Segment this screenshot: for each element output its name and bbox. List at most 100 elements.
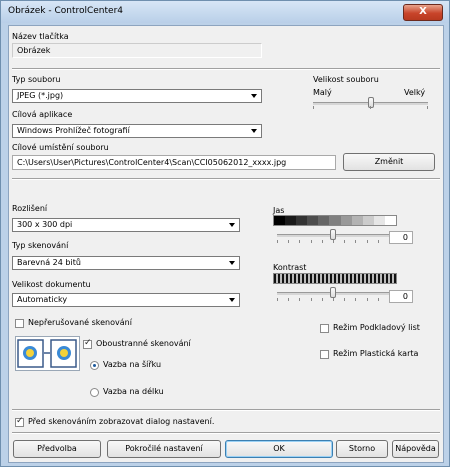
resolution-select[interactable]: 300 x 300 dpi (12, 218, 240, 232)
window-title: Obrázek - ControlCenter4 (8, 6, 124, 16)
brightness-gradient (273, 215, 397, 226)
brightness-swatch (285, 216, 297, 225)
contrast-pattern (273, 273, 397, 284)
slider-tick (366, 298, 368, 301)
help-button[interactable]: Nápověda (392, 440, 439, 458)
slider-tick (344, 298, 346, 301)
show-dialog-label: Před skenováním zobrazovat dialog nastav… (28, 417, 215, 426)
slider-tick (313, 106, 314, 109)
cancel-button[interactable]: Storno (336, 440, 388, 458)
binding-short-label: Vazba na délku (103, 387, 164, 396)
file-size-label: Velikost souboru (313, 75, 379, 84)
doc-size-select[interactable]: Automaticky (12, 293, 240, 307)
slider-tick (377, 298, 379, 301)
divider (12, 68, 440, 70)
duplex-scan-label: Oboustranné skenování (96, 339, 191, 348)
slider-tick (277, 298, 278, 301)
doc-size-label: Velikost dokumentu (12, 280, 91, 289)
continuous-scan-label: Nepřerušované skenování (28, 318, 132, 327)
slider-tick (333, 240, 334, 243)
slider-tick (321, 298, 323, 301)
contrast-value[interactable]: 0 (389, 290, 413, 303)
show-dialog-checkbox[interactable] (15, 416, 24, 427)
change-button[interactable]: Změnit (343, 153, 435, 171)
button-name-input[interactable]: Obrázek (12, 43, 262, 58)
duplex-pages-icon (17, 339, 77, 368)
brightness-swatch (329, 216, 341, 225)
resolution-label: Rozlišení (12, 204, 48, 213)
slider-tick (277, 240, 278, 243)
ok-button[interactable]: OK (225, 440, 333, 458)
contrast-label: Kontrast (273, 263, 307, 272)
slider-tick (310, 240, 312, 243)
chevron-down-icon (251, 94, 257, 98)
brightness-swatch (340, 216, 352, 225)
slider-tick (321, 240, 323, 243)
brightness-swatch (274, 216, 286, 225)
chevron-down-icon (251, 129, 257, 133)
carrier-sheet-checkbox[interactable] (320, 324, 329, 333)
file-size-large-label: Velký (404, 88, 426, 97)
duplex-preview-image (15, 336, 80, 371)
slider-tick (427, 106, 428, 109)
brightness-swatch (362, 216, 374, 225)
target-location-label: Cílové umístění souboru (12, 143, 109, 152)
target-app-select[interactable]: Windows Prohlížeč fotografií (12, 124, 262, 138)
contrast-slider-thumb[interactable] (330, 287, 336, 298)
plastic-card-label: Režim Plastická karta (333, 349, 419, 358)
slider-tick (355, 298, 357, 301)
slider-tick (377, 240, 379, 243)
brightness-label: Jas (273, 206, 285, 215)
chevron-down-icon (229, 261, 235, 265)
binding-short-radio[interactable] (90, 388, 99, 397)
slider-tick (355, 240, 357, 243)
plastic-card-checkbox[interactable] (320, 350, 329, 359)
scan-type-select[interactable]: Barevná 24 bitů (12, 256, 240, 270)
brightness-swatch (384, 216, 397, 225)
chevron-down-icon (229, 223, 235, 227)
button-name-label: Název tlačítka (12, 32, 69, 41)
dialog-window: Obrázek - ControlCenter4 X Název tlačítk… (0, 0, 450, 467)
divider (12, 178, 440, 180)
slider-tick (310, 298, 312, 301)
file-type-label: Typ souboru (12, 75, 61, 84)
binding-long-radio[interactable] (90, 361, 99, 370)
file-size-small-label: Malý (313, 88, 332, 97)
scan-type-value: Barevná 24 bitů (17, 258, 81, 267)
file-type-value: JPEG (*.jpg) (17, 91, 64, 100)
slider-tick (299, 240, 301, 243)
slider-tick (299, 298, 301, 301)
advanced-settings-button[interactable]: Pokročilé nastavení (107, 440, 221, 458)
brightness-swatch (351, 216, 363, 225)
chevron-down-icon (229, 298, 235, 302)
target-app-label: Cílová aplikace (12, 110, 73, 119)
slider-tick (288, 240, 290, 243)
brightness-swatch (307, 216, 319, 225)
slider-tick (370, 106, 371, 109)
slider-tick (366, 240, 368, 243)
slider-tick (344, 240, 346, 243)
preview-button[interactable]: Předvolba (13, 440, 101, 458)
resolution-value: 300 x 300 dpi (17, 220, 73, 229)
continuous-scan-checkbox[interactable] (15, 319, 24, 328)
slider-tick (333, 298, 334, 301)
scan-type-label: Typ skenování (12, 241, 69, 250)
slider-tick (288, 298, 290, 301)
title-bar[interactable]: Obrázek - ControlCenter4 X (1, 1, 449, 23)
target-location-input[interactable]: C:\Users\User\Pictures\ControlCenter4\Sc… (12, 155, 336, 170)
file-type-select[interactable]: JPEG (*.jpg) (12, 89, 262, 103)
divider (12, 432, 440, 434)
brightness-swatch (373, 216, 385, 225)
divider (12, 409, 440, 411)
brightness-swatch (318, 216, 330, 225)
brightness-value[interactable]: 0 (389, 231, 413, 244)
close-button[interactable]: X (403, 4, 443, 21)
doc-size-value: Automaticky (17, 295, 68, 304)
carrier-sheet-label: Režim Podkladový list (333, 323, 420, 332)
duplex-scan-checkbox[interactable] (83, 338, 92, 349)
target-app-value: Windows Prohlížeč fotografií (17, 126, 130, 135)
binding-long-label: Vazba na šířku (103, 360, 162, 369)
dialog-body: Název tlačítka Obrázek Typ souboru JPEG … (8, 25, 444, 463)
brightness-slider-thumb[interactable] (330, 229, 336, 240)
brightness-swatch (296, 216, 308, 225)
